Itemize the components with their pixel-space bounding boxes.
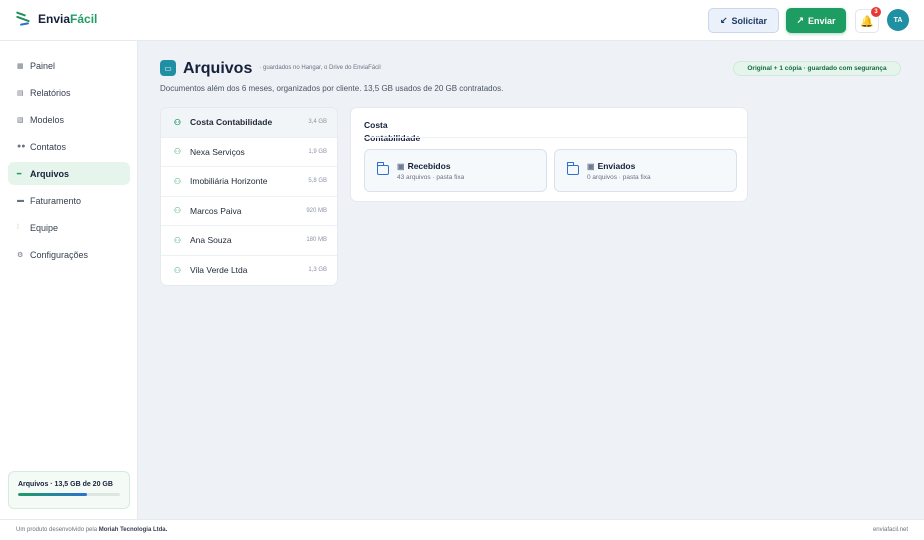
security-badge: Original + 1 cópia · guardado com segura… bbox=[733, 61, 901, 76]
client-item-vila-verde-ltda[interactable]: ⚇ Vila Verde Ltda 1,3 GB bbox=[161, 256, 337, 286]
dashboard-icon: ▦ bbox=[17, 62, 24, 70]
user-icon: ⚇ bbox=[173, 235, 182, 245]
files-icon: ━ bbox=[17, 170, 22, 178]
user-icon: ⚇ bbox=[173, 265, 182, 275]
sidebar-item-contatos[interactable]: ●● Contatos bbox=[8, 135, 130, 158]
folder-icon bbox=[567, 162, 579, 175]
sidebar-item-label: Faturamento bbox=[30, 195, 82, 206]
storage-usage-card[interactable]: Arquivos · 13,5 GB de 20 GB bbox=[8, 471, 130, 509]
sidebar-item-label: Contatos bbox=[30, 141, 67, 152]
client-item-marcos-paiva[interactable]: ⚇ Marcos Paiva 920 MB bbox=[161, 197, 337, 226]
sidebar-item-label: Arquivos bbox=[30, 168, 70, 179]
footer: Um produto desenvolvido pela Moriah Tecn… bbox=[0, 519, 924, 540]
sidebar-item-label: Equipe bbox=[30, 222, 59, 233]
sidebar-item-relatorios[interactable]: ▤ Relatórios bbox=[8, 81, 130, 104]
sidebar-item-label: Configurações bbox=[30, 249, 89, 260]
folder-meta: 0 arquivos · pasta fixa bbox=[587, 174, 651, 181]
sidebar-item-painel[interactable]: ▦ Painel bbox=[8, 54, 130, 77]
client-name: Ana Souza bbox=[190, 235, 232, 246]
contacts-icon: ●● bbox=[17, 143, 26, 150]
archive-box-icon: ▭ bbox=[160, 60, 176, 76]
client-name: Vila Verde Ltda bbox=[190, 265, 248, 276]
avatar[interactable]: TA bbox=[887, 9, 909, 31]
storage-progress-fill bbox=[18, 493, 87, 496]
brand-prefix: Envia bbox=[38, 12, 71, 26]
user-icon: ⚇ bbox=[173, 117, 182, 127]
divider bbox=[364, 137, 747, 138]
folder-title: ▣ Recebidos bbox=[397, 161, 451, 171]
client-name: Nexa Serviços bbox=[190, 146, 245, 157]
client-size: 920 MB bbox=[306, 207, 327, 214]
sidebar-nav: ▦ Painel ▤ Relatórios ▧ Modelos ●● Conta… bbox=[8, 54, 130, 270]
sidebar-item-equipe[interactable]: ⫶ Equipe bbox=[8, 216, 130, 239]
client-size: 180 MB bbox=[306, 237, 327, 244]
team-icon: ⫶ bbox=[17, 223, 19, 231]
brand-logo-icon bbox=[15, 11, 32, 27]
client-detail-panel: Costa Contabilidade ▣ Recebidos 43 arqui… bbox=[350, 107, 748, 202]
client-item-ana-souza[interactable]: ⚇ Ana Souza 180 MB bbox=[161, 226, 337, 256]
folder-name: Enviados bbox=[597, 161, 636, 171]
client-size: 1,3 GB bbox=[308, 267, 327, 274]
enviar-button[interactable]: ↗ Enviar bbox=[786, 8, 846, 33]
chart-icon: ▤ bbox=[17, 89, 24, 97]
user-icon: ⚇ bbox=[173, 206, 182, 216]
brand[interactable]: EnviaFácil bbox=[15, 11, 97, 27]
folder-name: Recebidos bbox=[407, 161, 451, 171]
notification-count-badge: 3 bbox=[871, 7, 881, 17]
folder-recebidos[interactable]: ▣ Recebidos 43 arquivos · pasta fixa bbox=[364, 149, 547, 192]
folder-icon bbox=[377, 162, 389, 175]
outbox-icon: ▣ bbox=[587, 161, 595, 171]
template-icon: ▧ bbox=[17, 116, 24, 124]
client-size: 5,8 GB bbox=[308, 178, 327, 185]
folder-meta: 43 arquivos · pasta fixa bbox=[397, 174, 465, 181]
client-item-costa-contabilidade[interactable]: ⚇ Costa Contabilidade 3,4 GB bbox=[161, 108, 337, 138]
client-item-imobiliaria-horizonte[interactable]: ⚇ Imobiliária Horizonte 5,8 GB bbox=[161, 167, 337, 197]
client-item-nexa-servicos[interactable]: ⚇ Nexa Serviços 1,9 GB bbox=[161, 138, 337, 167]
footer-credit-prefix: Um produto desenvolvido pela bbox=[16, 527, 98, 533]
client-name: Marcos Paiva bbox=[190, 205, 242, 216]
client-size: 1,9 GB bbox=[308, 148, 327, 155]
footer-credit: Um produto desenvolvido pela Moriah Tecn… bbox=[16, 527, 167, 533]
solicitar-label: Solicitar bbox=[731, 15, 768, 26]
billing-icon: ▬ bbox=[17, 197, 24, 204]
page-description: Documentos além dos 6 meses, organizados… bbox=[160, 84, 504, 93]
client-detail-title: Costa Contabilidade bbox=[364, 120, 421, 143]
sidebar-item-arquivos[interactable]: ━ Arquivos bbox=[8, 162, 130, 185]
sidebar-item-faturamento[interactable]: ▬ Faturamento bbox=[8, 189, 130, 212]
sidebar-item-label: Relatórios bbox=[30, 87, 71, 98]
client-size: 3,4 GB bbox=[308, 119, 327, 126]
folder-enviados[interactable]: ▣ Enviados 0 arquivos · pasta fixa bbox=[554, 149, 737, 192]
storage-progress-track bbox=[18, 493, 120, 496]
client-list: ⚇ Costa Contabilidade 3,4 GB ⚇ Nexa Serv… bbox=[160, 107, 338, 286]
arrow-down-left-icon: ↙ bbox=[719, 15, 728, 25]
solicitar-button[interactable]: ↙ Solicitar bbox=[708, 8, 779, 33]
gear-icon: ⚙ bbox=[17, 251, 24, 259]
enviar-label: Enviar bbox=[808, 15, 836, 26]
folder-title: ▣ Enviados bbox=[587, 161, 635, 171]
user-icon: ⚇ bbox=[173, 176, 182, 186]
footer-company[interactable]: Moriah Tecnologia Ltda. bbox=[99, 527, 168, 533]
sidebar-item-label: Painel bbox=[30, 60, 56, 71]
top-bar: EnviaFácil ↙ Solicitar ↗ Enviar 🔔 3 TA bbox=[0, 0, 924, 41]
brand-name: EnviaFácil bbox=[38, 12, 97, 26]
sidebar-item-modelos[interactable]: ▧ Modelos bbox=[8, 108, 130, 131]
sidebar-item-label: Modelos bbox=[30, 114, 65, 125]
page-title: Arquivos bbox=[183, 60, 253, 77]
storage-usage-label: Arquivos · 13,5 GB de 20 GB bbox=[18, 481, 113, 488]
brand-accent: Fácil bbox=[70, 12, 98, 26]
user-icon: ⚇ bbox=[173, 147, 182, 157]
sidebar-item-configuracoes[interactable]: ⚙ Configurações bbox=[8, 243, 130, 266]
footer-site-link[interactable]: enviafacil.net bbox=[873, 527, 908, 533]
client-name: Costa Contabilidade bbox=[190, 117, 273, 128]
arrow-up-right-icon: ↗ bbox=[796, 15, 805, 25]
bell-icon: 🔔 bbox=[860, 15, 874, 28]
client-name: Imobiliária Horizonte bbox=[190, 176, 268, 187]
page-subtitle: · guardados no Hangar, o Drive do EnviaF… bbox=[259, 65, 381, 71]
sidebar: ▦ Painel ▤ Relatórios ▧ Modelos ●● Conta… bbox=[0, 41, 138, 519]
page-header: ▭ Arquivos · guardados no Hangar, o Driv… bbox=[160, 60, 389, 77]
inbox-icon: ▣ bbox=[397, 161, 405, 171]
